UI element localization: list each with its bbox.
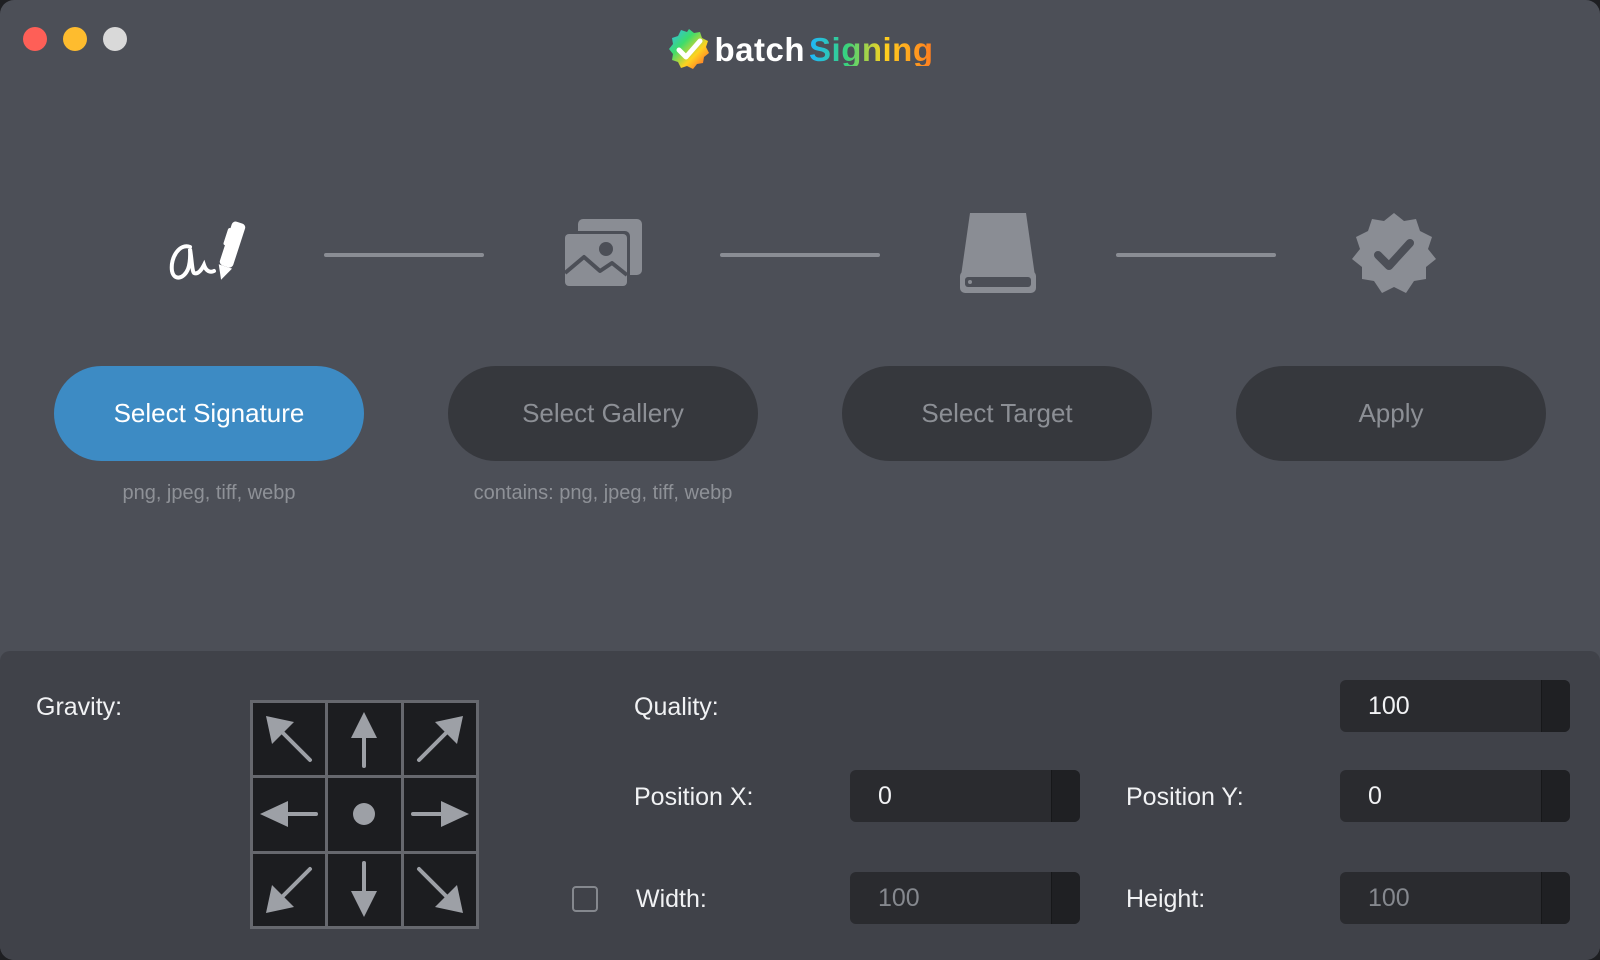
gravity-label: Gravity: xyxy=(36,693,123,721)
gravity-south-button[interactable] xyxy=(328,853,401,926)
position-y-stepper[interactable] xyxy=(1541,770,1570,822)
arrow-west-icon xyxy=(260,801,319,828)
width-label: Width: xyxy=(636,885,707,913)
logo-badge-icon xyxy=(668,29,709,69)
width-stepper[interactable] xyxy=(1051,872,1080,924)
select-gallery-button[interactable]: Select Gallery xyxy=(448,366,758,461)
signature-icon xyxy=(158,205,258,305)
arrow-south-west-icon xyxy=(266,866,313,913)
arrow-north-west-icon xyxy=(266,716,313,763)
position-x-stepper[interactable] xyxy=(1051,770,1080,822)
app-logo: batch Signing xyxy=(667,27,934,71)
title-bar: batch Signing xyxy=(0,24,1600,74)
checkmark-badge-icon xyxy=(1344,205,1444,305)
gallery-format-hint: contains: png, jpeg, tiff, webp xyxy=(473,482,733,504)
position-y-label: Position Y: xyxy=(1126,783,1244,811)
gravity-selector xyxy=(250,700,479,929)
step-connector xyxy=(324,253,484,257)
position-x-field[interactable]: 0 xyxy=(850,770,1080,822)
gravity-north-east-button[interactable] xyxy=(403,703,476,776)
gravity-north-button[interactable] xyxy=(328,703,401,776)
gallery-icon xyxy=(552,205,652,305)
drive-icon xyxy=(948,205,1048,305)
app-window: batch Signing Select Signature png, jpeg… xyxy=(0,0,1600,960)
center-dot-icon xyxy=(353,803,376,826)
height-value: 100 xyxy=(1368,884,1410,912)
step-connector xyxy=(720,253,880,257)
gravity-south-east-button[interactable] xyxy=(403,853,476,926)
arrow-north-east-icon xyxy=(416,716,463,763)
position-y-value: 0 xyxy=(1368,782,1382,810)
quality-stepper[interactable] xyxy=(1541,680,1570,732)
height-field[interactable]: 100 xyxy=(1340,872,1570,924)
width-field[interactable]: 100 xyxy=(850,872,1080,924)
width-value: 100 xyxy=(878,884,920,912)
height-stepper[interactable] xyxy=(1541,872,1570,924)
gravity-north-west-button[interactable] xyxy=(253,703,326,776)
step-connector xyxy=(1116,253,1276,257)
gravity-east-button[interactable] xyxy=(403,778,476,851)
signature-format-hint: png, jpeg, tiff, webp xyxy=(122,482,296,504)
quality-value: 100 xyxy=(1368,692,1410,720)
gravity-west-button[interactable] xyxy=(253,778,326,851)
select-signature-button[interactable]: Select Signature xyxy=(54,366,364,461)
height-label: Height: xyxy=(1126,885,1206,913)
quality-label: Quality: xyxy=(634,693,719,721)
gravity-center-button[interactable] xyxy=(328,778,401,851)
position-y-field[interactable]: 0 xyxy=(1340,770,1570,822)
logo-text-batch: batch xyxy=(714,30,806,68)
select-target-button[interactable]: Select Target xyxy=(842,366,1152,461)
position-x-label: Position X: xyxy=(634,783,754,811)
apply-button[interactable]: Apply xyxy=(1236,366,1546,461)
gravity-south-west-button[interactable] xyxy=(253,853,326,926)
logo-text-signing: Signing xyxy=(809,30,934,68)
arrow-east-icon xyxy=(410,801,469,828)
size-enable-checkbox[interactable] xyxy=(572,886,598,912)
quality-field[interactable]: 100 xyxy=(1340,680,1570,732)
position-x-value: 0 xyxy=(878,782,892,810)
arrow-north-icon xyxy=(351,712,378,769)
arrow-south-icon xyxy=(351,860,378,917)
arrow-south-east-icon xyxy=(416,866,463,913)
